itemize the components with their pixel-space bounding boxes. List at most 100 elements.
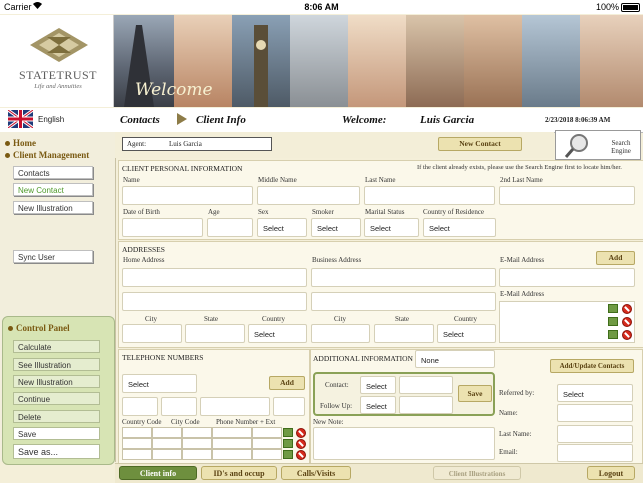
agent-field[interactable]: Agent: Luis Garcia bbox=[122, 137, 272, 151]
nav-client-management[interactable]: Client Management bbox=[5, 150, 89, 160]
referred-by-select[interactable]: Select bbox=[557, 384, 633, 402]
uk-flag-icon[interactable] bbox=[7, 108, 34, 130]
home-country-select[interactable]: Select bbox=[248, 324, 307, 343]
tab-client-illustrations[interactable]: Client Illustrations bbox=[433, 466, 521, 480]
tab-ids-occup[interactable]: ID's and occup bbox=[201, 466, 277, 480]
big-ben-photo bbox=[232, 15, 290, 107]
business-city-input[interactable] bbox=[311, 324, 370, 343]
addresses-panel: ADDRESSES Home Address Business Address … bbox=[118, 241, 643, 348]
referral-email-input[interactable] bbox=[557, 444, 633, 462]
add-address-button[interactable]: Add bbox=[596, 251, 635, 265]
edit-icon[interactable] bbox=[283, 439, 293, 448]
new-illustration-button[interactable]: New Illustration bbox=[13, 375, 100, 388]
business-state-label: State bbox=[395, 315, 409, 323]
sync-user-button[interactable]: Sync User bbox=[13, 250, 93, 263]
additional-info-title: ADDITIONAL INFORMATION bbox=[313, 354, 413, 363]
tab-client-info[interactable]: Client info bbox=[119, 466, 197, 480]
family-photo-2 bbox=[348, 15, 406, 107]
middle-name-input[interactable] bbox=[257, 186, 360, 205]
agent-label: Agent: bbox=[127, 140, 147, 148]
save-followup-button[interactable]: Save bbox=[458, 385, 492, 402]
breadcrumb-contacts[interactable]: Contacts bbox=[120, 114, 160, 126]
delete-icon[interactable] bbox=[622, 330, 632, 340]
sidebar-item-new-illustration[interactable]: New Illustration bbox=[13, 201, 93, 214]
calculate-button[interactable]: Calculate bbox=[13, 340, 100, 353]
delete-icon[interactable] bbox=[622, 317, 632, 327]
add-update-contacts-button[interactable]: Add/Update Contacts bbox=[550, 359, 634, 373]
phone-number-input[interactable] bbox=[200, 397, 270, 416]
smoker-select[interactable]: Select bbox=[311, 218, 361, 237]
save-as-button[interactable]: Save as... bbox=[13, 444, 100, 459]
see-illustration-button[interactable]: See Illustration bbox=[13, 358, 100, 371]
followup-label: Follow Up: bbox=[320, 402, 353, 410]
phone-list[interactable] bbox=[122, 427, 307, 461]
family-photo-5 bbox=[580, 15, 643, 107]
banner-welcome: Welcome bbox=[135, 80, 213, 100]
home-address-input-2[interactable] bbox=[122, 292, 307, 311]
top-info-bar: English Contacts Client Info Welcome: Lu… bbox=[0, 108, 643, 133]
new-contact-button[interactable]: New Contact bbox=[438, 137, 522, 151]
business-country-select[interactable]: Select bbox=[437, 324, 496, 343]
search-engine-button[interactable]: Search Engine bbox=[555, 130, 641, 160]
email-address-input[interactable] bbox=[499, 268, 635, 287]
clock: 8:06 AM bbox=[304, 2, 339, 12]
sidebar-item-contacts[interactable]: Contacts bbox=[13, 166, 93, 179]
delete-icon[interactable] bbox=[296, 450, 306, 460]
nav-home[interactable]: Home bbox=[5, 138, 36, 148]
sidebar-item-new-contact[interactable]: New Contact bbox=[13, 183, 93, 196]
save-button[interactable]: Save bbox=[13, 427, 100, 440]
email-address-label-1: E-Mail Address bbox=[500, 256, 545, 264]
name-input[interactable] bbox=[122, 186, 253, 205]
tab-bar: Client info ID's and occup Calls/Visits … bbox=[115, 463, 643, 483]
last-name-label: Last Name bbox=[365, 176, 396, 184]
city-code-label: City Code bbox=[171, 418, 200, 426]
home-state-input[interactable] bbox=[185, 324, 245, 343]
edit-icon[interactable] bbox=[283, 428, 293, 437]
edit-icon[interactable] bbox=[608, 330, 618, 339]
delete-icon[interactable] bbox=[296, 428, 306, 438]
delete-button[interactable]: Delete bbox=[13, 410, 100, 423]
last-name-input[interactable] bbox=[364, 186, 495, 205]
referral-panel: Add/Update Contacts Referred by: Select … bbox=[497, 349, 643, 464]
edit-icon[interactable] bbox=[283, 450, 293, 459]
tab-calls-visits[interactable]: Calls/Visits bbox=[281, 466, 351, 480]
followup-date-input[interactable] bbox=[399, 396, 453, 414]
phone-type-select[interactable]: Select bbox=[122, 374, 197, 393]
new-note-input[interactable] bbox=[313, 427, 495, 460]
second-last-name-input[interactable] bbox=[499, 186, 635, 205]
logout-button[interactable]: Logout bbox=[587, 466, 635, 480]
home-city-input[interactable] bbox=[122, 324, 182, 343]
home-address-input-1[interactable] bbox=[122, 268, 307, 287]
country-residence-select[interactable]: Select bbox=[423, 218, 496, 237]
marital-status-select[interactable]: Select bbox=[364, 218, 419, 237]
referred-by-label: Referred by: bbox=[499, 389, 535, 397]
bullet-icon bbox=[8, 326, 13, 332]
additional-info-select[interactable]: None bbox=[415, 350, 495, 368]
language-label[interactable]: English bbox=[38, 115, 64, 124]
ext-input[interactable] bbox=[273, 397, 305, 416]
business-address-input-1[interactable] bbox=[311, 268, 496, 287]
referral-last-name-input[interactable] bbox=[557, 425, 633, 443]
country-code-input[interactable] bbox=[122, 397, 158, 416]
dob-input[interactable] bbox=[122, 218, 203, 237]
followup-select[interactable]: Select bbox=[360, 396, 396, 414]
business-state-input[interactable] bbox=[374, 324, 434, 343]
contact-date-input[interactable] bbox=[399, 376, 453, 394]
delete-icon[interactable] bbox=[296, 439, 306, 449]
delete-icon[interactable] bbox=[622, 304, 632, 314]
contact-select[interactable]: Select bbox=[360, 376, 396, 394]
business-country-label: Country bbox=[454, 315, 477, 323]
email-list[interactable] bbox=[499, 301, 635, 343]
business-address-input-2[interactable] bbox=[311, 292, 496, 311]
continue-button[interactable]: Continue bbox=[13, 392, 100, 405]
opera-house-photo bbox=[290, 15, 348, 107]
add-phone-button[interactable]: Add bbox=[269, 376, 305, 390]
referral-name-input[interactable] bbox=[557, 404, 633, 422]
edit-icon[interactable] bbox=[608, 317, 618, 326]
age-input[interactable] bbox=[207, 218, 253, 237]
referral-name-label: Name: bbox=[499, 409, 518, 417]
edit-icon[interactable] bbox=[608, 304, 618, 313]
grid-cell bbox=[212, 449, 252, 460]
city-code-input[interactable] bbox=[161, 397, 197, 416]
sex-select[interactable]: Select bbox=[257, 218, 307, 237]
